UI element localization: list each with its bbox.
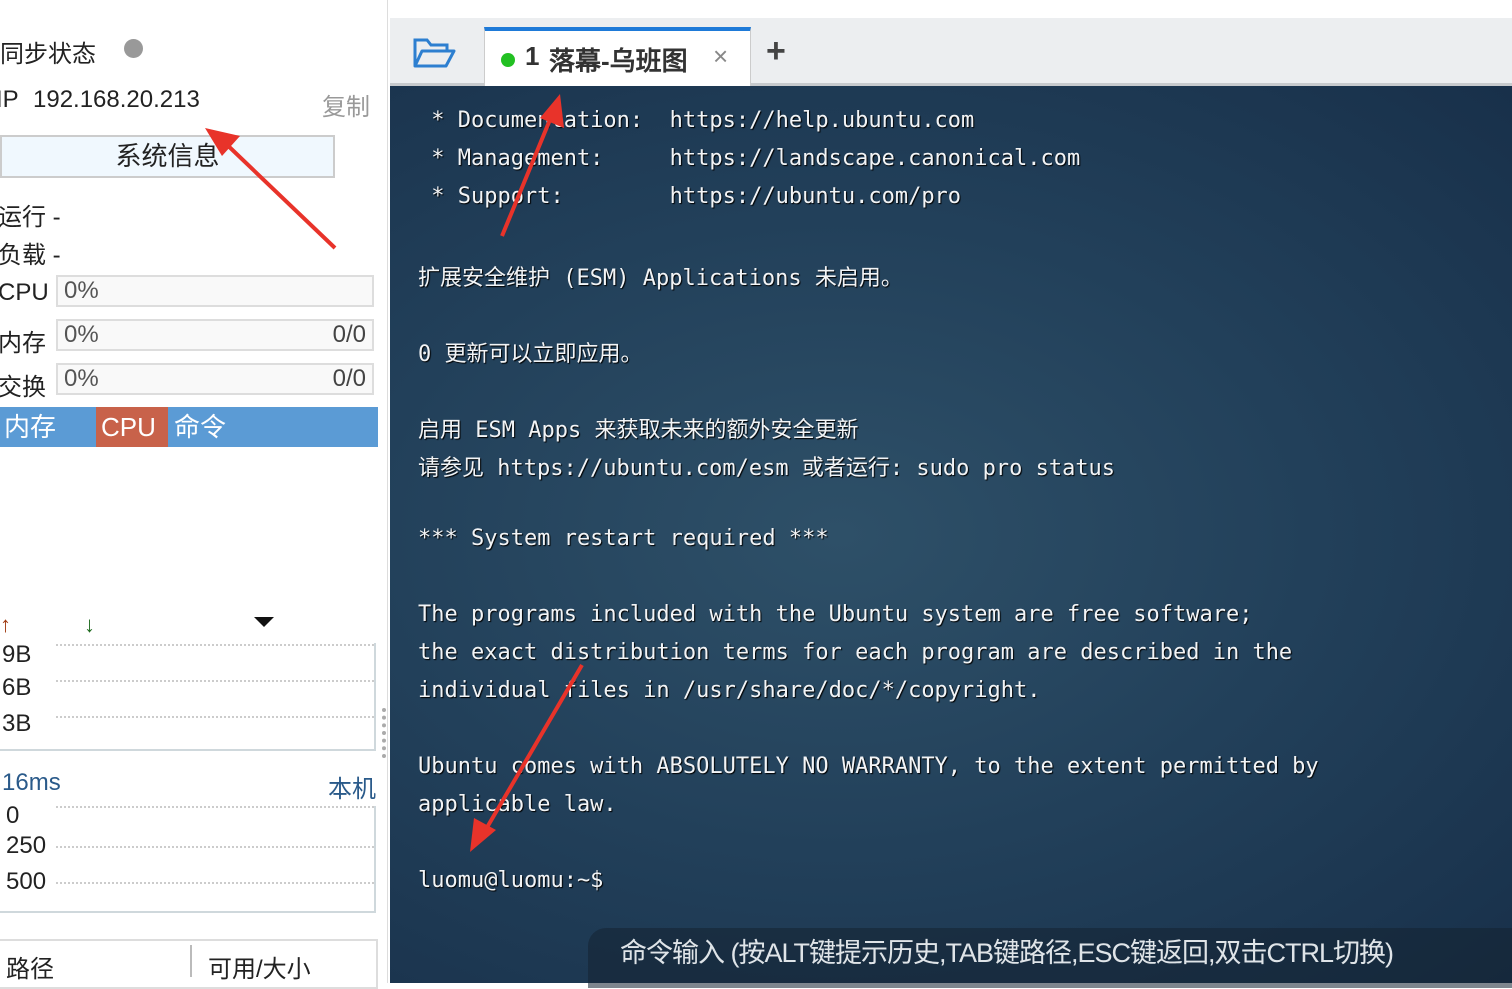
swap-label: 交换	[0, 374, 46, 401]
upload-arrow-icon: ↑	[0, 612, 11, 637]
net-tick: 3B	[2, 710, 32, 737]
column-available-size[interactable]: 可用/大小	[208, 949, 311, 984]
sync-status-label: 同步状态	[0, 41, 96, 68]
sync-status-dot-icon	[124, 39, 143, 58]
terminal-line: *** System restart required ***	[418, 526, 829, 551]
sidebar: 同步状态 IP 192.168.20.213 复制 系统信息 运行 - 负载 -…	[0, 0, 388, 989]
net-tick: 6B	[2, 674, 32, 701]
download-arrow-icon: ↓	[84, 612, 95, 637]
terminal-line: 扩展安全维护 (ESM) Applications 未启用。	[418, 266, 903, 291]
memory-bar: 0% 0/0	[56, 319, 374, 351]
interface-dropdown-icon[interactable]	[254, 617, 274, 627]
cpu-percent: 0%	[64, 277, 99, 304]
terminal-line: 启用 ESM Apps 来获取未来的额外安全更新	[418, 418, 859, 443]
uptime: 运行 -	[0, 204, 61, 231]
net-tick: 9B	[2, 641, 32, 668]
close-tab-icon[interactable]: ×	[713, 41, 728, 72]
terminal-line: 0 更新可以立即应用。	[418, 342, 643, 367]
resize-handle[interactable]	[382, 708, 386, 758]
tab-command[interactable]: 命令	[170, 407, 230, 447]
add-tab-button[interactable]: +	[766, 32, 786, 71]
ping-tick: 500	[6, 868, 47, 895]
terminal-line: luomu@luomu:~$	[418, 868, 604, 893]
network-chart	[0, 643, 376, 751]
swap-bar: 0% 0/0	[56, 363, 374, 395]
terminal-line: Ubuntu comes with ABSOLUTELY NO WARRANTY…	[418, 754, 1319, 779]
ping-tick: 250	[6, 832, 47, 859]
session-tab[interactable]: 1 落幕-乌班图 ×	[484, 27, 751, 89]
connected-status-icon	[501, 53, 515, 67]
tab-title: 落幕-乌班图	[549, 46, 688, 76]
terminal-line: applicable law.	[418, 792, 617, 817]
terminal[interactable]: luomu@luomu:~$ applicable law. Ubuntu come…	[390, 86, 1512, 988]
memory-value: 0/0	[332, 321, 366, 348]
load: 负载 -	[0, 242, 61, 269]
cpu-label: CPU	[0, 279, 49, 306]
ping-latency: 16ms	[2, 769, 61, 796]
system-info-button[interactable]: 系统信息	[0, 135, 335, 178]
tab-number: 1	[525, 41, 540, 71]
monitor-tabs: 内存 CPU 命令	[0, 407, 378, 447]
terminal-line: the exact distribution terms for each pr…	[418, 640, 1293, 665]
cpu-bar: 0%	[56, 275, 374, 307]
terminal-line: * Documentation: https://help.ubuntu.com	[418, 108, 975, 133]
disk-table-header: 路径 可用/大小	[0, 939, 378, 989]
terminal-line: individual files in /usr/share/doc/*/cop…	[418, 678, 1041, 703]
memory-label: 内存	[0, 330, 46, 357]
terminal-line: * Management: https://landscape.canonica…	[418, 146, 1081, 171]
swap-percent: 0%	[64, 365, 99, 392]
column-path[interactable]: 路径	[6, 949, 54, 984]
ping-chart	[0, 806, 376, 913]
memory-percent: 0%	[64, 321, 99, 348]
ping-host[interactable]: 本机	[328, 769, 376, 804]
copy-button[interactable]: 复制	[322, 87, 370, 122]
terminal-line: * Support: https://ubuntu.com/pro	[418, 184, 962, 209]
tab-bar: 1 落幕-乌班图 × +	[390, 18, 1512, 89]
command-input[interactable]: 命令输入 (按ALT键提示历史,TAB键路径,ESC键返回,双击CTRL切换)	[588, 928, 1512, 988]
folder-open-icon[interactable]	[412, 36, 456, 70]
terminal-line: The programs included with the Ubuntu sy…	[418, 602, 1253, 627]
ip-label: IP	[0, 86, 19, 113]
ping-tick: 0	[6, 802, 20, 829]
terminal-line: 请参见 https://ubuntu.com/esm 或者运行: sudo pr…	[418, 456, 1116, 481]
tab-cpu[interactable]: CPU	[96, 407, 168, 447]
swap-value: 0/0	[332, 365, 366, 392]
tab-memory[interactable]: 内存	[0, 407, 60, 447]
ip-address: 192.168.20.213	[33, 86, 200, 113]
